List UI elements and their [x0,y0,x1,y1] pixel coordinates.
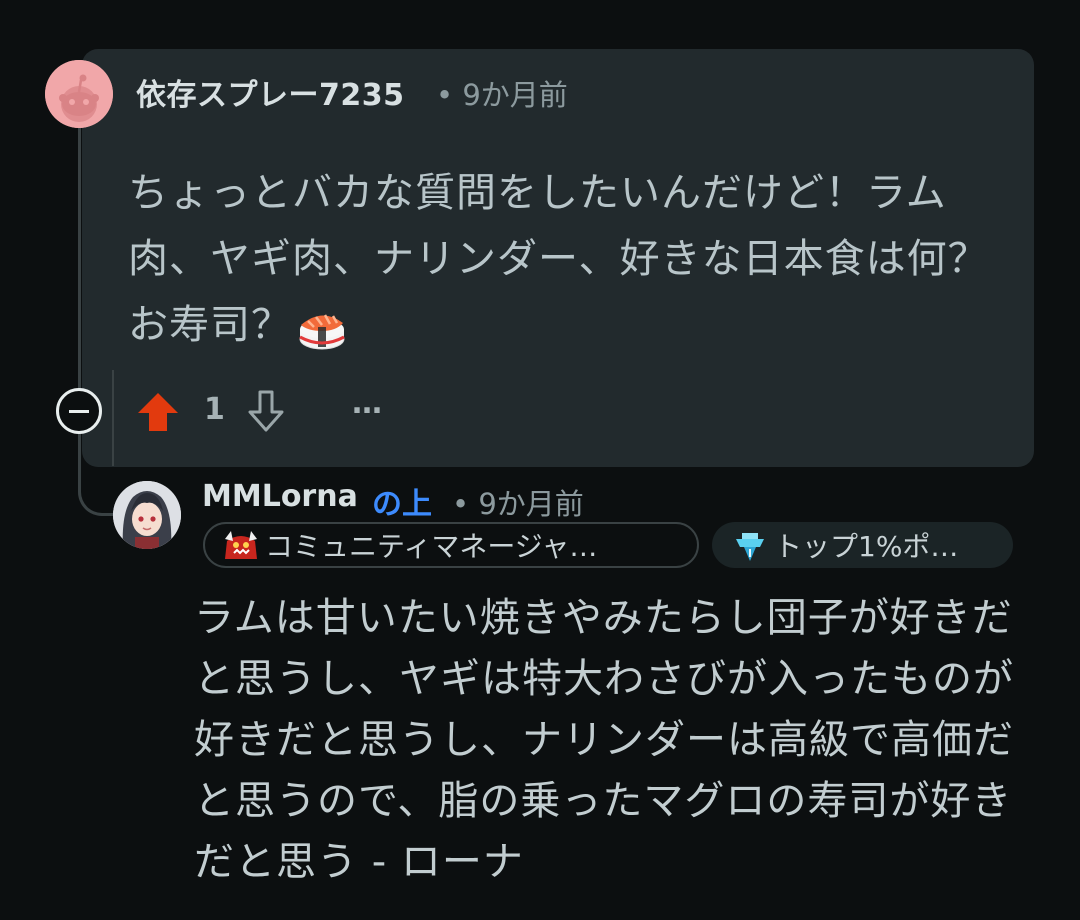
sushi-icon [299,314,345,350]
op-tag: の上 [372,487,432,522]
reply-time: 9か月前 [478,487,584,521]
minus-icon [69,409,89,413]
user-avatar[interactable] [45,60,113,128]
user-flair-top-poster[interactable]: トップ1%ポ… [712,522,1013,568]
comment-username[interactable]: 依存スプレー7235 [136,70,405,114]
comment-time: 9か月前 [462,78,568,112]
comment-text: ちょっとバカな質問をしたいんだけど！ラム肉、ヤギ肉、ナリンダー、好きな日本食は何… [128,170,989,348]
downvote-icon[interactable] [244,388,288,434]
vote-count: 1 [204,392,225,427]
reply-username[interactable]: MMLorna [202,479,358,514]
meta-separator: • [436,78,454,112]
top-contributor-icon [736,533,764,561]
reply-user-avatar[interactable] [113,481,181,549]
collapse-thread-button[interactable] [56,388,102,434]
user-flair-moderator[interactable]: コミュニティマネージャ… [203,522,699,568]
anime-avatar-icon [113,481,181,549]
red-monster-icon [225,531,257,559]
meta-separator: • [452,487,470,521]
reply-meta: • 9か月前 [452,481,584,523]
action-divider [112,370,114,466]
snoo-avatar-icon [45,60,113,128]
more-options-button[interactable]: … [352,386,383,421]
reply-body: ラムは甘いたい焼きやみたらし団子が好きだと思うし、ヤギは特大わさびが入ったものが… [194,595,1014,885]
upvote-icon[interactable] [136,390,180,434]
flair-text: コミュニティマネージャ… [265,530,598,563]
flair-text: トップ1%ポ… [774,530,959,563]
comment-body: ちょっとバカな質問をしたいんだけど！ラム肉、ヤギ肉、ナリンダー、好きな日本食は何… [128,160,1008,358]
comment-meta: • 9か月前 [436,72,568,114]
